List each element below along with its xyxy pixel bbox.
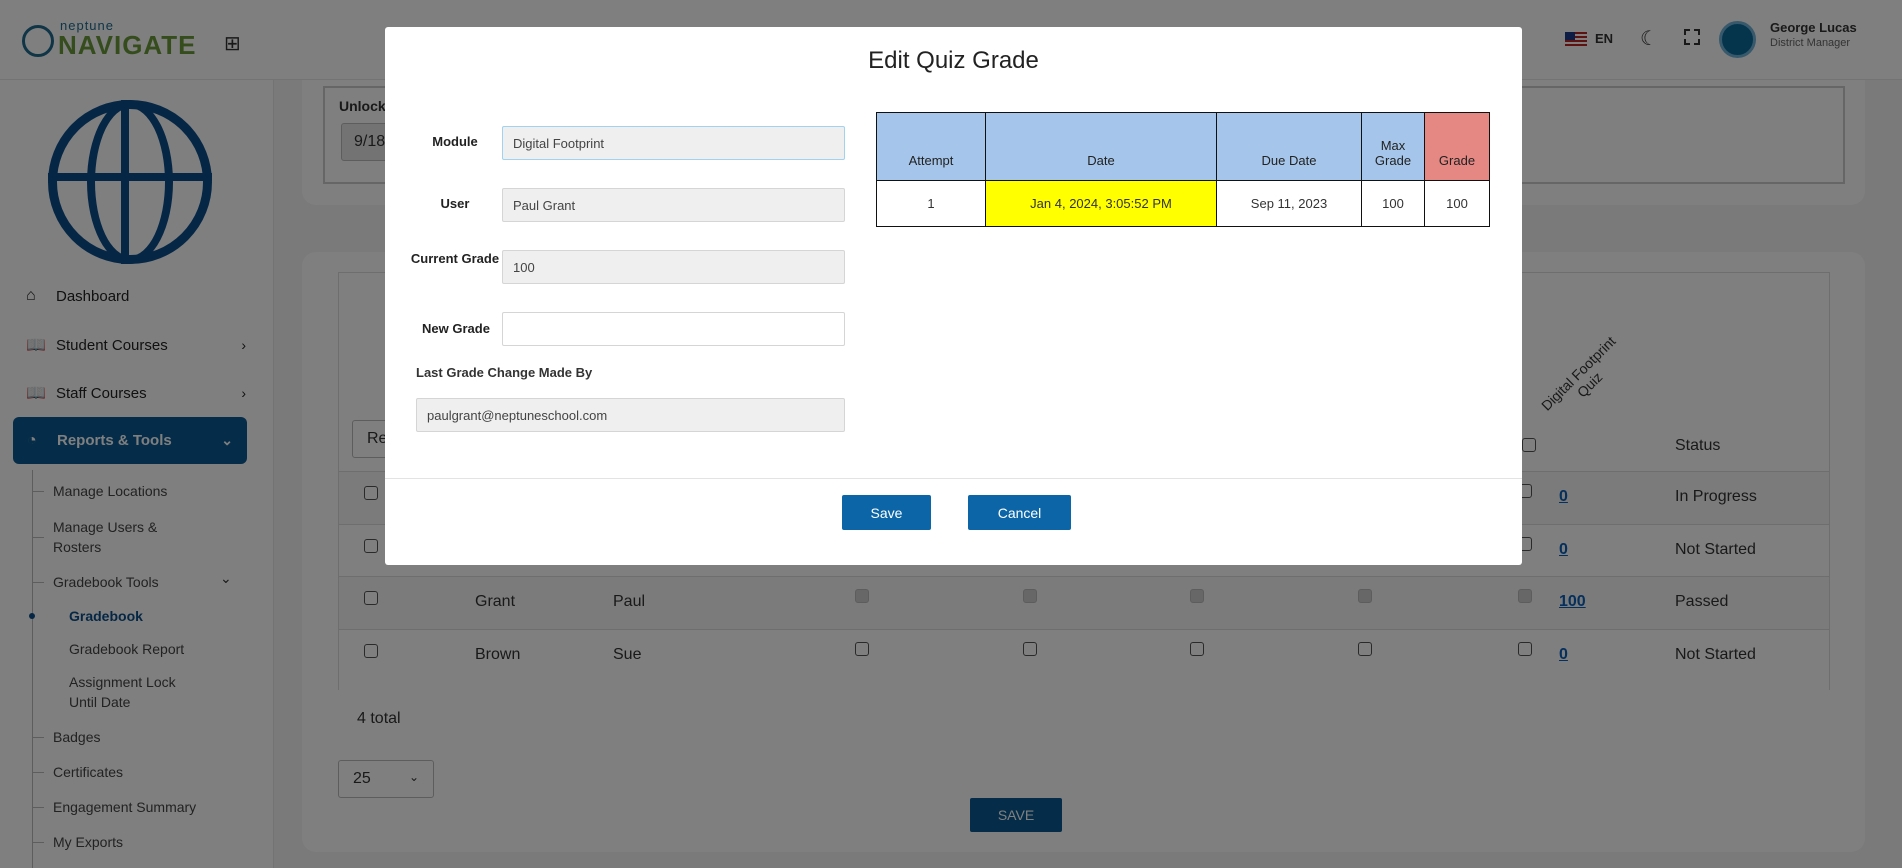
new-grade-label: New Grade xyxy=(422,321,490,336)
header-date: Date xyxy=(985,112,1217,181)
attempt-row: 1 Jan 4, 2024, 3:05:52 PM Sep 11, 2023 1… xyxy=(876,180,1490,227)
current-grade-label: Current Grade xyxy=(410,251,500,266)
attempts-header-row: Attempt Date Due Date Max Grade Grade xyxy=(876,112,1490,181)
modal-title: Edit Quiz Grade xyxy=(868,47,1039,74)
modal-save-button[interactable]: Save xyxy=(842,495,931,530)
edit-quiz-grade-modal: Edit Quiz Grade Module Digital Footprint… xyxy=(385,27,1522,565)
attempt-max-grade: 100 xyxy=(1361,180,1425,227)
user-label: User xyxy=(440,196,470,211)
attempt-grade: 100 xyxy=(1424,180,1490,227)
attempt-due-date: Sep 11, 2023 xyxy=(1216,180,1362,227)
module-label: Module xyxy=(432,134,478,149)
attempt-number: 1 xyxy=(876,180,986,227)
header-due-date: Due Date xyxy=(1216,112,1362,181)
new-grade-input[interactable] xyxy=(502,312,845,346)
header-max-grade: Max Grade xyxy=(1361,112,1425,181)
module-field[interactable]: Digital Footprint xyxy=(502,126,845,160)
modal-cancel-button[interactable]: Cancel xyxy=(968,495,1071,530)
current-grade-field[interactable]: 100 xyxy=(502,250,845,284)
last-change-label: Last Grade Change Made By xyxy=(416,365,593,380)
last-change-field[interactable]: paulgrant@neptuneschool.com xyxy=(416,398,845,432)
modal-divider xyxy=(385,478,1522,479)
header-attempt: Attempt xyxy=(876,112,986,181)
user-field[interactable]: Paul Grant xyxy=(502,188,845,222)
header-grade: Grade xyxy=(1424,112,1490,181)
attempts-table: Attempt Date Due Date Max Grade Grade 1 … xyxy=(876,112,1490,227)
attempt-date: Jan 4, 2024, 3:05:52 PM xyxy=(985,180,1217,227)
